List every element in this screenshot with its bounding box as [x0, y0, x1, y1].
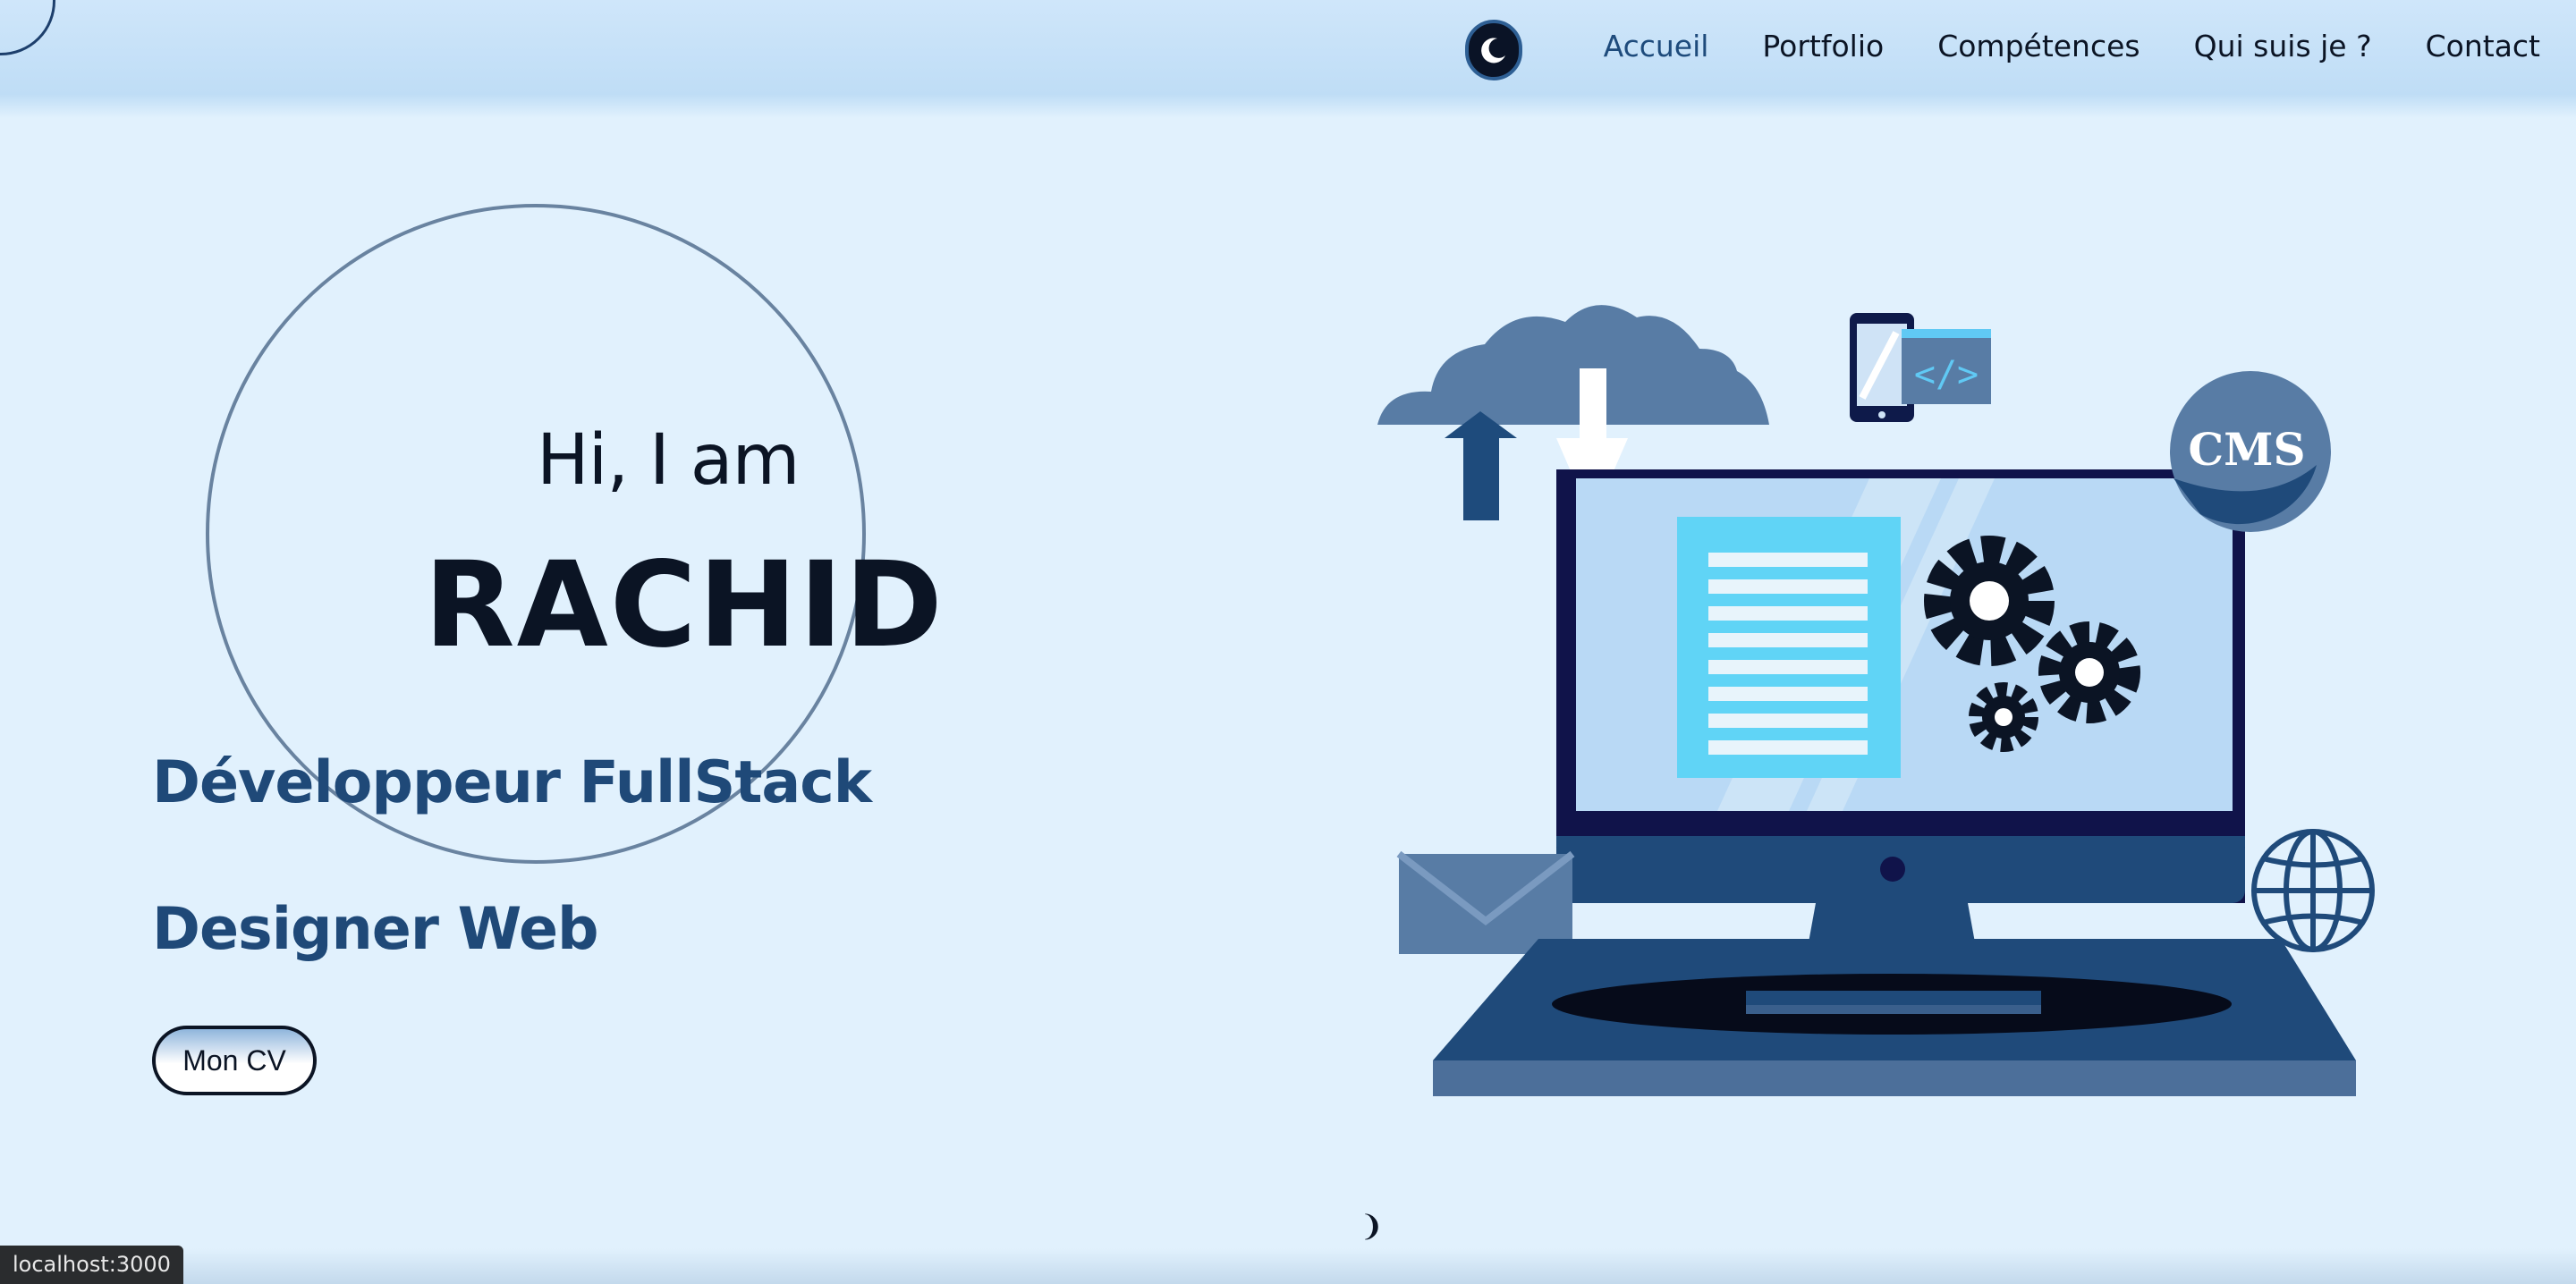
theme-toggle-button[interactable] [1465, 20, 1522, 80]
cv-button[interactable]: Mon CV [152, 1026, 317, 1095]
moon-icon [1481, 38, 1505, 63]
hero-name: RACHID [424, 536, 945, 674]
desk-platform [1433, 939, 2356, 1096]
logo-arc [0, 0, 55, 55]
nav-item-accueil[interactable]: Accueil [1604, 20, 1709, 73]
main-nav: Accueil Portfolio Compétences Qui suis j… [1550, 20, 2540, 73]
hero-greeting: Hi, I am [537, 420, 800, 501]
header-bar: Accueil Portfolio Compétences Qui suis j… [0, 0, 2576, 118]
nav-item-portfolio[interactable]: Portfolio [1762, 20, 1884, 73]
browser-status-url: localhost:3000 [0, 1246, 183, 1284]
cms-label: CMS [2188, 423, 2305, 476]
globe-icon [2251, 829, 2375, 952]
hero-role-fullstack: Développeur FullStack [152, 749, 872, 816]
footer-fade [0, 1248, 2576, 1284]
nav-item-contact[interactable]: Contact [2426, 20, 2540, 73]
nav-item-qui-suis-je[interactable]: Qui suis je ? [2194, 20, 2372, 73]
nav-item-competences[interactable]: Compétences [1937, 20, 2140, 73]
hero-illustration: </> CMS [1377, 305, 2375, 1096]
cms-badge: CMS [2170, 371, 2331, 532]
monitor-icon [1556, 469, 2245, 1001]
hero-role-designer: Designer Web [152, 896, 599, 963]
scroll-indicator-icon[interactable]: ❩ [1360, 1209, 1384, 1243]
code-symbol-label: </> [1914, 354, 1979, 395]
mobile-code-icon: </> [1850, 313, 1991, 422]
